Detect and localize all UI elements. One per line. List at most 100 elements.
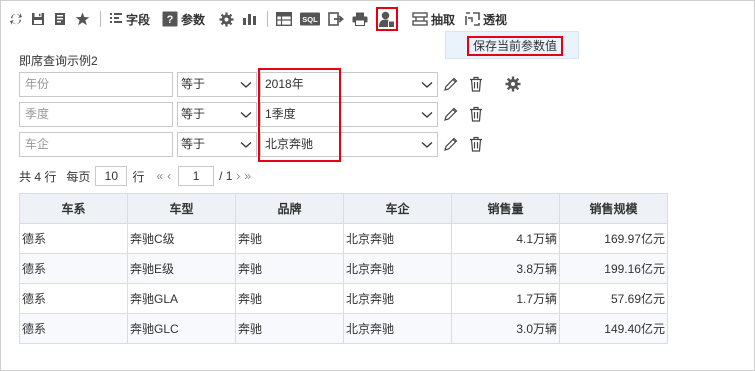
- table-view-icon[interactable]: [276, 7, 293, 31]
- per-page-label: 每页: [66, 169, 91, 184]
- chevron-down-icon: [240, 112, 252, 118]
- edit-pencil-icon[interactable]: [443, 76, 459, 92]
- refresh-icon[interactable]: [9, 7, 23, 31]
- total-rows: 共 4 行: [19, 169, 57, 184]
- chevron-down-icon: [421, 142, 433, 148]
- column-header[interactable]: 车型: [127, 193, 236, 224]
- cell: 奔驰C级: [127, 223, 236, 254]
- operator-value: 等于: [181, 137, 206, 151]
- last-page-icon[interactable]: »: [244, 169, 251, 183]
- field-select-year[interactable]: 年份: [19, 72, 173, 97]
- table-row: 德系 奔驰C级 奔驰 北京奔驰 4.1万辆 169.97亿元: [19, 223, 668, 254]
- cell: 奔驰: [235, 283, 344, 314]
- column-header[interactable]: 销售规模: [559, 193, 668, 224]
- query-title: 即席查询示例2: [19, 54, 98, 68]
- result-table: 车系 车型 品牌 车企 销售量 销售规模 德系 奔驰C级 奔驰 北京奔驰 4.1…: [19, 193, 668, 344]
- fields-button[interactable]: 字段: [109, 7, 150, 31]
- cell: 德系: [19, 313, 128, 344]
- save-icon[interactable]: [31, 7, 45, 31]
- save-as-icon[interactable]: [53, 7, 67, 31]
- cell: 北京奔驰: [343, 283, 452, 314]
- cell: 57.69亿元: [559, 283, 668, 314]
- pivot-button[interactable]: 透视: [465, 7, 507, 31]
- cell: 149.40亿元: [559, 313, 668, 344]
- cell: 德系: [19, 283, 128, 314]
- cell: 3.8万辆: [451, 253, 560, 284]
- field-select-quarter[interactable]: 季度: [19, 102, 173, 127]
- cell: 奔驰GLA: [127, 283, 236, 314]
- save-current-param-values-item[interactable]: 保存当前参数值: [467, 36, 564, 56]
- print-icon[interactable]: [352, 7, 368, 31]
- user-params-icon: [379, 11, 396, 28]
- sql-icon-text: SQL: [302, 15, 318, 24]
- cell: 199.16亿元: [559, 253, 668, 284]
- toolbar-divider: [100, 11, 101, 27]
- cell: 奔驰GLC: [127, 313, 236, 344]
- svg-text:?: ?: [167, 14, 174, 26]
- cell: 4.1万辆: [451, 223, 560, 254]
- cell: 奔驰: [235, 313, 344, 344]
- value-highlight-box: [258, 68, 341, 162]
- cell: 奔驰: [235, 223, 344, 254]
- toolbar: 字段 ? 参数 SQL 抽取 透视: [9, 7, 515, 31]
- first-page-icon[interactable]: «: [156, 169, 163, 183]
- cell: 169.97亿元: [559, 223, 668, 254]
- params-label: 参数: [181, 12, 206, 27]
- sql-icon[interactable]: SQL: [300, 7, 321, 31]
- table-row: 德系 奔驰GLA 奔驰 北京奔驰 1.7万辆 57.69亿元: [19, 283, 668, 314]
- favorite-star-icon[interactable]: [75, 7, 90, 31]
- operator-select-quarter[interactable]: 等于: [177, 102, 257, 127]
- extract-icon: [412, 12, 428, 26]
- column-header[interactable]: 车系: [19, 193, 128, 224]
- operator-value: 等于: [181, 107, 206, 121]
- settings-icon[interactable]: [219, 7, 234, 31]
- cell: 北京奔驰: [343, 223, 452, 254]
- delete-trash-icon[interactable]: [469, 76, 483, 92]
- gear-icon[interactable]: [505, 76, 521, 92]
- cell: 1.7万辆: [451, 283, 560, 314]
- edit-pencil-icon[interactable]: [443, 136, 459, 152]
- column-header[interactable]: 品牌: [235, 193, 344, 224]
- pagination-bar: 共 4 行 每页 10 行 « ‹ 1 / 1 › »: [19, 166, 253, 186]
- pivot-icon: [465, 12, 480, 26]
- operator-value: 等于: [181, 77, 206, 91]
- column-header[interactable]: 车企: [343, 193, 452, 224]
- field-select-company[interactable]: 车企: [19, 132, 173, 157]
- chevron-down-icon: [421, 82, 433, 88]
- chevron-down-icon: [240, 82, 252, 88]
- column-header[interactable]: 销售量: [451, 193, 560, 224]
- cell: 北京奔驰: [343, 253, 452, 284]
- chevron-down-icon: [421, 112, 433, 118]
- edit-pencil-icon[interactable]: [443, 106, 459, 122]
- delete-trash-icon[interactable]: [469, 106, 483, 122]
- cell: 3.0万辆: [451, 313, 560, 344]
- total-pages: / 1: [219, 169, 233, 183]
- cell: 奔驰E级: [127, 253, 236, 284]
- help-params-icon: ?: [162, 11, 178, 27]
- table-header-row: 车系 车型 品牌 车企 销售量 销售规模: [19, 193, 668, 224]
- cell: 奔驰: [235, 253, 344, 284]
- delete-trash-icon[interactable]: [469, 136, 483, 152]
- fields-icon: [110, 13, 122, 23]
- pivot-label: 透视: [483, 12, 508, 27]
- chart-icon[interactable]: [242, 7, 257, 31]
- operator-select-company[interactable]: 等于: [177, 132, 257, 157]
- report-window: 字段 ? 参数 SQL 抽取 透视 保存当前参数值 即席查询示例2 年份 等于 …: [0, 0, 755, 371]
- save-param-values-button[interactable]: [376, 7, 399, 31]
- fields-label: 字段: [126, 12, 151, 27]
- table-row: 德系 奔驰GLC 奔驰 北京奔驰 3.0万辆 149.40亿元: [19, 313, 668, 344]
- chevron-down-icon: [240, 142, 252, 148]
- per-page-input[interactable]: 10: [95, 166, 128, 186]
- operator-select-year[interactable]: 等于: [177, 72, 257, 97]
- save-param-menu: 保存当前参数值: [445, 31, 579, 59]
- cell: 德系: [19, 253, 128, 284]
- extract-button[interactable]: 抽取: [412, 7, 455, 31]
- prev-page-icon[interactable]: ‹: [167, 169, 171, 183]
- extract-label: 抽取: [431, 12, 456, 27]
- toolbar-divider: [267, 11, 269, 27]
- export-icon[interactable]: [328, 7, 344, 31]
- next-page-icon[interactable]: ›: [236, 169, 240, 183]
- current-page-input[interactable]: 1: [178, 166, 215, 186]
- params-button[interactable]: ? 参数: [162, 7, 205, 31]
- cell: 北京奔驰: [343, 313, 452, 344]
